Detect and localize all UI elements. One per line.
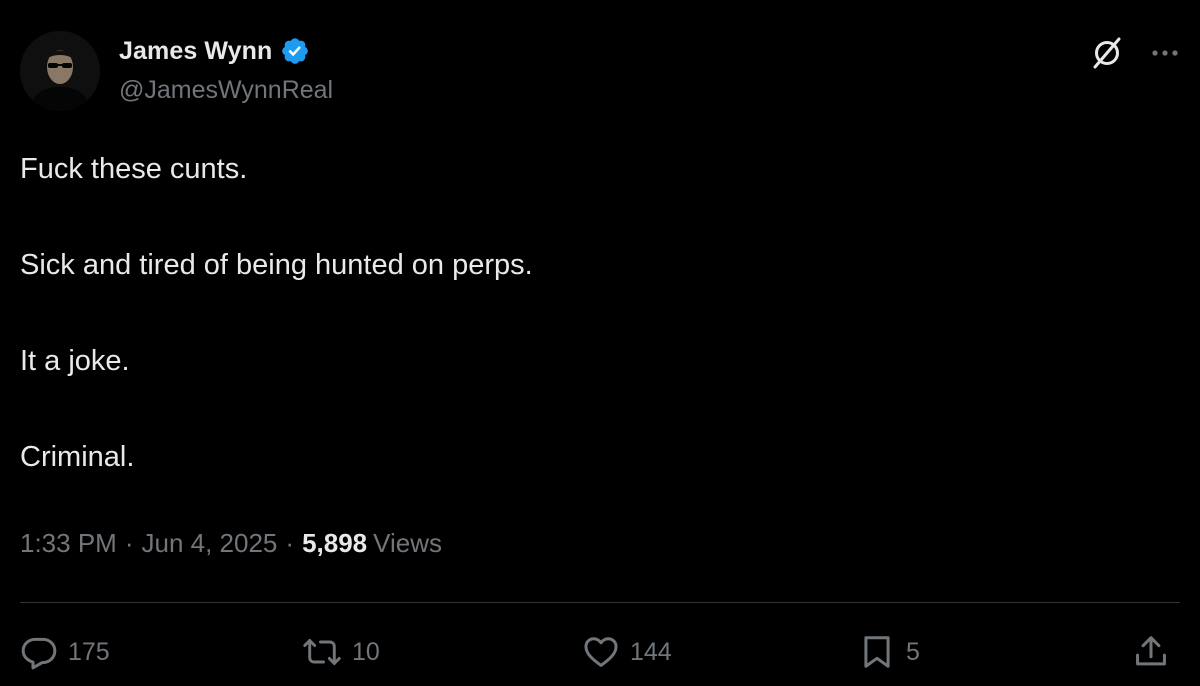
meta-separator: · (124, 528, 134, 558)
engagement-bar: 175 10 144 5 (0, 624, 1200, 680)
tweet-line: Criminal. (20, 441, 135, 473)
tweet-card: James Wynn @JamesWynnReal Fuck these cun… (0, 0, 1200, 686)
top-actions (1090, 36, 1180, 70)
tweet-line: Fuck these cunts. (20, 153, 248, 185)
grok-icon[interactable] (1090, 36, 1124, 70)
like-button[interactable]: 144 (582, 624, 672, 680)
repost-icon (302, 633, 342, 671)
repost-count: 10 (352, 637, 380, 666)
tweet-time[interactable]: 1:33 PM (20, 528, 117, 558)
tweet-text: Fuck these cunts. Sick and tired of bein… (20, 145, 1180, 481)
bookmark-count: 5 (906, 637, 920, 666)
share-button[interactable] (1132, 624, 1170, 680)
handle[interactable]: @JamesWynnReal (119, 76, 333, 105)
author-name-row: James Wynn (119, 34, 310, 68)
bookmark-icon (858, 633, 896, 671)
reply-count: 175 (68, 637, 110, 666)
repost-button[interactable]: 10 (302, 624, 380, 680)
bookmark-button[interactable]: 5 (858, 624, 920, 680)
views-count[interactable]: 5,898 (302, 528, 367, 558)
display-name[interactable]: James Wynn (119, 37, 272, 66)
tweet-meta: 1:33 PM · Jun 4, 2025 · 5,898 Views (20, 528, 442, 559)
meta-separator: · (285, 528, 295, 558)
tweet-line: It a joke. (20, 345, 130, 377)
reply-icon (20, 633, 58, 671)
like-count: 144 (630, 637, 672, 666)
share-icon (1132, 633, 1170, 671)
avatar-portrait-icon (20, 31, 100, 111)
avatar[interactable] (20, 31, 100, 111)
tweet-line: Sick and tired of being hunted on perps. (20, 249, 533, 281)
more-dots-icon[interactable] (1150, 43, 1180, 63)
views-label[interactable]: Views (373, 528, 442, 558)
heart-icon (582, 633, 620, 671)
verified-badge-icon[interactable] (280, 36, 310, 66)
divider (20, 602, 1180, 603)
tweet-date[interactable]: Jun 4, 2025 (142, 528, 278, 558)
reply-button[interactable]: 175 (20, 624, 110, 680)
